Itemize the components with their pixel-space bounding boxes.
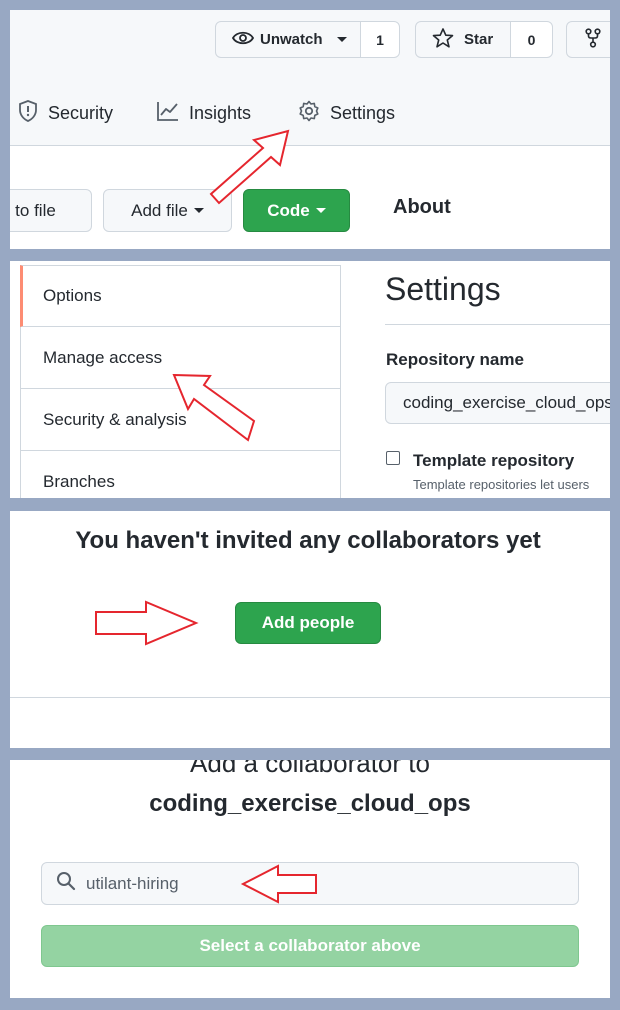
repo-name-label: Repository name xyxy=(386,350,524,369)
select-collaborator-button[interactable]: Select a collaborator above xyxy=(41,925,579,967)
gear-icon xyxy=(298,100,320,127)
settings-panel: Options Manage access Security & analysi… xyxy=(10,261,610,498)
empty-state-heading: You haven't invited any collaborators ye… xyxy=(75,527,541,554)
tab-insights[interactable]: Insights xyxy=(157,100,251,126)
add-people-label: Add people xyxy=(261,613,355,632)
search-icon xyxy=(56,871,76,896)
tab-security-label: Security xyxy=(48,102,114,123)
sidebar-item-label: Manage access xyxy=(43,347,163,367)
about-heading: About xyxy=(393,196,451,218)
sidebar-item-options[interactable]: Options xyxy=(20,265,341,327)
repo-name-input[interactable]: coding_exercise_cloud_ops xyxy=(385,382,610,424)
annotation-arrow xyxy=(170,369,270,444)
select-collaborator-label: Select a collaborator above xyxy=(199,936,421,955)
annotation-arrow xyxy=(240,863,320,905)
fork-button[interactable] xyxy=(566,21,610,58)
template-label: Template repository xyxy=(413,451,575,470)
page-title: Settings xyxy=(385,271,501,307)
annotation-arrow xyxy=(200,125,300,205)
repo-content-area: o to file Add file Code About xyxy=(10,145,610,249)
title-divider xyxy=(385,324,610,325)
fork-icon xyxy=(585,27,601,52)
sidebar-item-label: Branches xyxy=(43,471,115,491)
watch-count[interactable]: 1 xyxy=(360,21,400,58)
dialog-repo-name: coding_exercise_cloud_ops xyxy=(149,790,471,817)
template-checkbox[interactable] xyxy=(386,451,400,465)
star-count-value: 0 xyxy=(527,31,536,48)
search-value: utilant-hiring xyxy=(86,873,179,893)
watch-count-value: 1 xyxy=(376,31,384,48)
go-to-file-label: o to file xyxy=(10,200,56,220)
star-button[interactable]: Star xyxy=(415,21,511,58)
go-to-file-button[interactable]: o to file xyxy=(10,189,92,232)
star-count[interactable]: 0 xyxy=(510,21,553,58)
add-file-label: Add file xyxy=(131,200,188,220)
repo-header-panel: Unwatch 1 Star 0 Security Insights Setti… xyxy=(10,10,610,249)
sidebar-item-label: Security & analysis xyxy=(43,409,187,429)
dialog-title: Add a collaborator to xyxy=(190,760,430,778)
add-people-button[interactable]: Add people xyxy=(235,602,381,644)
tab-settings-label: Settings xyxy=(330,102,396,123)
unwatch-label: Unwatch xyxy=(260,31,323,48)
panel-divider xyxy=(10,697,610,698)
repo-name-value: coding_exercise_cloud_ops xyxy=(403,393,610,412)
star-icon xyxy=(432,27,454,52)
graph-icon xyxy=(157,101,179,126)
sidebar-item-label: Options xyxy=(43,286,102,305)
template-help-text: Template repositories let users xyxy=(413,477,590,492)
star-label: Star xyxy=(464,31,494,48)
chevron-down-icon xyxy=(193,208,204,213)
tab-insights-label: Insights xyxy=(189,102,252,123)
eye-icon xyxy=(231,30,255,50)
collaborators-panel: You haven't invited any collaborators ye… xyxy=(10,511,610,748)
shield-icon xyxy=(18,99,38,127)
add-collaborator-dialog: Add a collaborator to coding_exercise_cl… xyxy=(10,760,610,998)
tab-security[interactable]: Security xyxy=(18,99,114,127)
sidebar-item-branches[interactable]: Branches xyxy=(20,451,341,498)
chevron-down-icon xyxy=(315,208,326,213)
unwatch-button[interactable]: Unwatch xyxy=(215,21,361,58)
tab-settings[interactable]: Settings xyxy=(298,100,395,126)
chevron-down-icon xyxy=(336,37,347,42)
annotation-arrow xyxy=(94,600,200,646)
